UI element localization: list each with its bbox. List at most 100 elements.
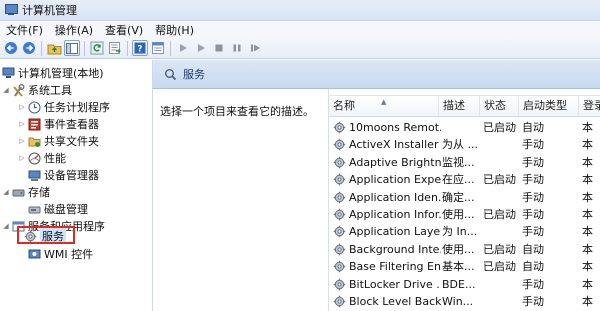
service-startup-type: 手动 [522,295,544,308]
gear-icon [333,243,346,256]
toolbar-separator [127,40,128,56]
table-row[interactable]: Adaptive Brightn...监视... 手动 本 [329,154,600,171]
service-description: 在应... [442,173,475,187]
collapse-arrow-icon[interactable]: ◢ [2,86,10,94]
menu-help[interactable]: 帮助(H) [149,22,200,38]
sort-ascending-icon: ▲ [381,98,387,106]
service-startup-type: 自动 [522,121,544,134]
service-description: 使用... [442,208,475,221]
services-list: 名称 ▲ 描述 状态 启动类型 登录 10moons Remot... 已启动 自动… [328,89,600,311]
table-row[interactable]: Background Inte... 使用... 已启动 自动 本 [329,241,600,258]
table-row[interactable]: Block Level Back...Win... 手动 本 [329,293,600,310]
service-description: 确定... [442,190,475,204]
start-service-alt-icon[interactable] [193,40,209,56]
column-header-startup-type[interactable]: 启动类型 [519,96,579,116]
gear-icon [333,278,346,291]
table-row[interactable]: Application Expe...在应... 已启动手动 本 [329,171,600,188]
service-description: 为 In... [442,225,478,239]
export-list-icon[interactable] [107,40,123,56]
tree-label: 性能 [44,152,66,165]
gear-icon [333,260,346,273]
tree-item-wmi[interactable]: WMI 控件 [28,246,93,262]
service-status [483,154,519,171]
service-startup-type: 手动 [522,190,544,204]
expand-arrow-icon[interactable]: ▷ [18,103,26,111]
tools-icon [12,83,25,97]
menu-view[interactable]: 查看(V) [99,22,149,38]
collapse-arrow-icon[interactable]: ◢ [2,188,10,196]
forward-icon[interactable] [21,40,37,56]
service-logon: 本 [582,155,593,169]
service-status [483,276,519,293]
performance-icon [28,152,41,165]
toolbar-separator [84,40,85,56]
tree-item-system-tools[interactable]: ◢ 系统工具 [2,82,72,98]
service-name: Background Inte... [349,242,441,256]
service-startup-type: 手动 [522,277,544,291]
gear-icon [333,225,346,238]
expand-arrow-icon[interactable]: ▷ [18,154,26,162]
tree-item-device-manager[interactable]: 设备管理器 [28,167,99,183]
shared-folder-icon [28,135,41,148]
column-header-logon[interactable]: 登录 [579,96,600,116]
service-status: 已启动 [483,173,516,187]
tree-item-performance[interactable]: ▷ 性能 [18,150,66,166]
tree-item-storage[interactable]: ◢ 存储 [2,184,50,200]
table-row[interactable]: Application Iden... 确定... 手动 本 [329,189,600,206]
column-header-status[interactable]: 状态 [480,96,519,116]
tree-item-event-viewer[interactable]: ▷ 事件查看器 [18,116,99,132]
service-name: Application Laye... [349,225,441,239]
column-header-name[interactable]: 名称 ▲ [329,96,439,116]
menu-action[interactable]: 操作(A) [49,22,99,38]
restart-service-icon[interactable] [247,40,263,56]
service-name: Application Iden... [349,190,441,204]
up-folder-icon[interactable] [46,40,62,56]
service-name-cell: Background Inte... [333,241,441,258]
column-header-description[interactable]: 描述 [439,96,480,116]
tree-item-shared-folders[interactable]: ▷ 共享文件夹 [18,133,99,149]
navigation-tree: 计算机管理(本地) ◢ 系统工具 ▷ 任务计划程序 ▷ 事件查看器 ▷ 共享文件… [0,60,153,311]
expand-arrow-icon[interactable]: ▷ [18,137,26,145]
description-pane: 选择一个项目来查看它的描述。 [153,89,328,311]
table-row[interactable]: Base Filtering En...基本... 已启动自动 本 [329,258,600,275]
show-hide-tree-icon[interactable] [64,40,80,56]
tree-label: 磁盘管理 [44,203,88,216]
table-row[interactable]: BitLocker Drive ... BDE... 手动 本 [329,276,600,293]
service-startup-type: 手动 [522,225,544,239]
service-name: Block Level Back... [349,295,441,308]
computer-management-window: 计算机管理 文件(F) 操作(A) 查看(V) 帮助(H) ? 计算机管理(本地… [0,0,600,311]
pause-service-icon[interactable] [229,40,245,56]
table-row[interactable]: 10moons Remot... 已启动 自动 本 [329,119,600,136]
collapse-arrow-icon[interactable]: ◢ [2,222,10,230]
expand-arrow-icon[interactable]: ▷ [18,120,26,128]
refresh-icon[interactable] [89,40,105,56]
services-highlight-box [17,226,75,244]
properties-icon[interactable] [150,40,166,56]
back-icon[interactable] [3,40,19,56]
search-icon [163,67,177,81]
table-row[interactable]: Application Infor... 使用... 已启动 手动 本 [329,206,600,223]
help-icon[interactable]: ? [132,40,148,56]
service-startup-type: 手动 [522,173,544,187]
service-logon: 本 [582,208,593,221]
tree-item-root[interactable]: 计算机管理(本地) [2,65,104,81]
service-name-cell: Application Infor... [333,206,441,223]
service-description: 监视... [442,155,475,169]
gear-icon [333,138,346,151]
service-name-cell: Application Expe... [333,171,441,188]
tree-label: 事件查看器 [44,118,99,131]
tree-item-task-scheduler[interactable]: ▷ 任务计划程序 [18,99,110,115]
table-row[interactable]: Application Laye... 为 In... 手动 本 [329,223,600,240]
table-row[interactable]: ActiveX Installer ...为从 ... 手动 本 [329,136,600,153]
service-name: 10moons Remot... [349,121,441,134]
stop-service-icon[interactable] [211,40,227,56]
start-service-icon[interactable] [175,40,191,56]
menu-file[interactable]: 文件(F) [0,22,49,38]
service-logon: 本 [582,173,593,187]
column-label: 启动类型 [523,99,567,112]
tree-item-disk-management[interactable]: 磁盘管理 [28,201,88,217]
content-title: 服务 [183,68,205,81]
wmi-icon [28,248,41,261]
service-startup-type: 手动 [522,208,544,221]
service-logon: 本 [582,121,593,134]
